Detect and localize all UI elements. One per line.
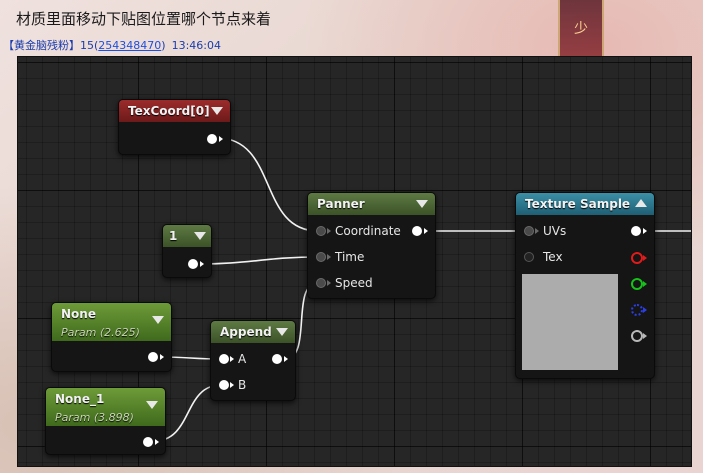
output-arrow-icon	[284, 356, 288, 362]
chevron-down-icon[interactable]	[416, 200, 428, 208]
append-pin-b-label: B	[238, 378, 247, 392]
texcoord-output-pin[interactable]	[207, 134, 217, 144]
texture-sample-pin-uvs[interactable]: UVs	[524, 223, 604, 239]
param-none1-output-pin[interactable]	[143, 437, 153, 447]
texture-sample-title: Texture Sample	[525, 197, 631, 211]
message-timestamp: 13:46:04	[171, 39, 221, 52]
texture-tex-label: Tex	[543, 250, 563, 264]
panner-coordinate-pin[interactable]	[316, 226, 326, 236]
param-none1-title: None_1	[55, 392, 105, 406]
panner-speed-label: Speed	[335, 276, 373, 290]
constant-node-title: 1	[169, 229, 178, 243]
param-none-output-pin[interactable]	[148, 352, 158, 362]
output-arrow-icon	[200, 261, 204, 267]
constant-node-header[interactable]: 1	[163, 225, 211, 247]
texture-uvs-label: UVs	[543, 224, 567, 238]
param-none-node[interactable]: None Param (2.625)	[51, 302, 172, 372]
append-pin-b[interactable]: B	[219, 377, 279, 393]
append-input-b-pin[interactable]	[219, 380, 229, 390]
chat-message-header: 少 材质里面移动下贴图位置哪个节点来着 【黄金脑残粉】15(254348470)…	[0, 0, 703, 60]
chevron-up-icon[interactable]	[635, 199, 647, 207]
texture-tex-pin[interactable]	[524, 252, 534, 262]
append-node-header[interactable]: Append	[211, 321, 295, 343]
chevron-down-icon[interactable]	[276, 328, 288, 336]
texture-uvs-pin[interactable]	[524, 226, 534, 236]
param-none-title: None	[61, 307, 96, 321]
append-input-a-pin[interactable]	[219, 354, 229, 364]
panner-time-pin[interactable]	[316, 252, 326, 262]
texture-sample-node[interactable]: Texture Sample UVs Tex	[515, 192, 655, 379]
panner-pin-time[interactable]: Time	[316, 249, 406, 265]
panner-pin-speed[interactable]: Speed	[316, 275, 406, 291]
input-arrow-icon	[327, 254, 331, 260]
wire-constant-to-time	[198, 256, 319, 265]
decorative-banner: 少	[558, 0, 604, 60]
panner-pin-coordinate[interactable]: Coordinate	[316, 223, 406, 239]
panner-time-label: Time	[335, 250, 365, 264]
constant-output-pin[interactable]	[188, 259, 198, 269]
output-arrow-icon	[424, 228, 428, 234]
param-none-node-header[interactable]: None Param (2.625)	[52, 303, 171, 341]
input-arrow-icon	[535, 228, 539, 234]
constant-node[interactable]: 1	[162, 224, 212, 278]
texture-blue-output-pin[interactable]	[631, 304, 643, 316]
chevron-down-icon[interactable]	[194, 232, 206, 240]
append-pin-a[interactable]: A	[219, 351, 279, 367]
texcoord-node-title: TexCoord[0]	[128, 104, 210, 118]
texture-rgb-output-pin[interactable]	[631, 226, 641, 236]
output-arrow-icon	[643, 307, 647, 313]
panner-node-header[interactable]: Panner	[308, 193, 435, 215]
panner-speed-pin[interactable]	[316, 278, 326, 288]
sender-group: 【黄金脑残粉】	[3, 39, 80, 52]
texture-preview-thumbnail[interactable]	[522, 274, 618, 370]
sender-name[interactable]: 15	[80, 39, 94, 52]
append-output-pin[interactable]	[272, 354, 282, 364]
param-none1-node[interactable]: None_1 Param (3.898)	[45, 387, 166, 455]
chevron-down-icon[interactable]	[152, 316, 164, 324]
append-node[interactable]: Append A B	[210, 320, 296, 401]
panner-output-pin[interactable]	[412, 226, 422, 236]
param-none-subtitle: Param (2.625)	[61, 326, 140, 339]
panner-coordinate-label: Coordinate	[335, 224, 401, 238]
output-arrow-icon	[643, 281, 647, 287]
append-pin-a-label: A	[238, 352, 247, 366]
input-arrow-icon	[230, 356, 234, 362]
texture-alpha-output-pin[interactable]	[631, 330, 643, 342]
sender-qq-link[interactable]: 254348470	[98, 39, 161, 52]
message-text: 材质里面移动下贴图位置哪个节点来着	[16, 10, 272, 28]
input-arrow-icon	[230, 382, 234, 388]
wire-texcoord-to-coordinate	[216, 137, 319, 232]
panner-node-title: Panner	[317, 197, 365, 211]
param-none1-subtitle: Param (3.898)	[55, 411, 134, 424]
panner-node[interactable]: Panner Coordinate Time Speed	[307, 192, 436, 299]
param-none1-node-header[interactable]: None_1 Param (3.898)	[46, 388, 165, 426]
chevron-down-icon[interactable]	[146, 401, 158, 409]
texcoord-node-header[interactable]: TexCoord[0]	[119, 100, 230, 122]
append-node-title: Append	[220, 325, 272, 339]
texture-red-output-pin[interactable]	[631, 252, 643, 264]
output-arrow-icon	[643, 255, 647, 261]
chevron-down-icon[interactable]	[211, 107, 223, 115]
output-arrow-icon	[160, 354, 164, 360]
texture-green-output-pin[interactable]	[631, 278, 643, 290]
output-arrow-icon	[155, 439, 159, 445]
output-arrow-icon	[219, 136, 223, 142]
input-arrow-icon	[327, 228, 331, 234]
input-arrow-icon	[327, 280, 331, 286]
message-meta: 【黄金脑残粉】15(254348470) 13:46:04	[3, 39, 221, 52]
output-arrow-icon	[643, 333, 647, 339]
texcoord-node[interactable]: TexCoord[0]	[118, 99, 231, 155]
texture-sample-pin-tex[interactable]: Tex	[524, 249, 604, 265]
material-graph-canvas[interactable]: TexCoord[0] 1 None Param (2.625) None_1 …	[17, 56, 692, 467]
output-arrow-icon	[643, 228, 647, 234]
texture-sample-node-header[interactable]: Texture Sample	[516, 193, 654, 215]
banner-glyph: 少	[574, 21, 588, 37]
